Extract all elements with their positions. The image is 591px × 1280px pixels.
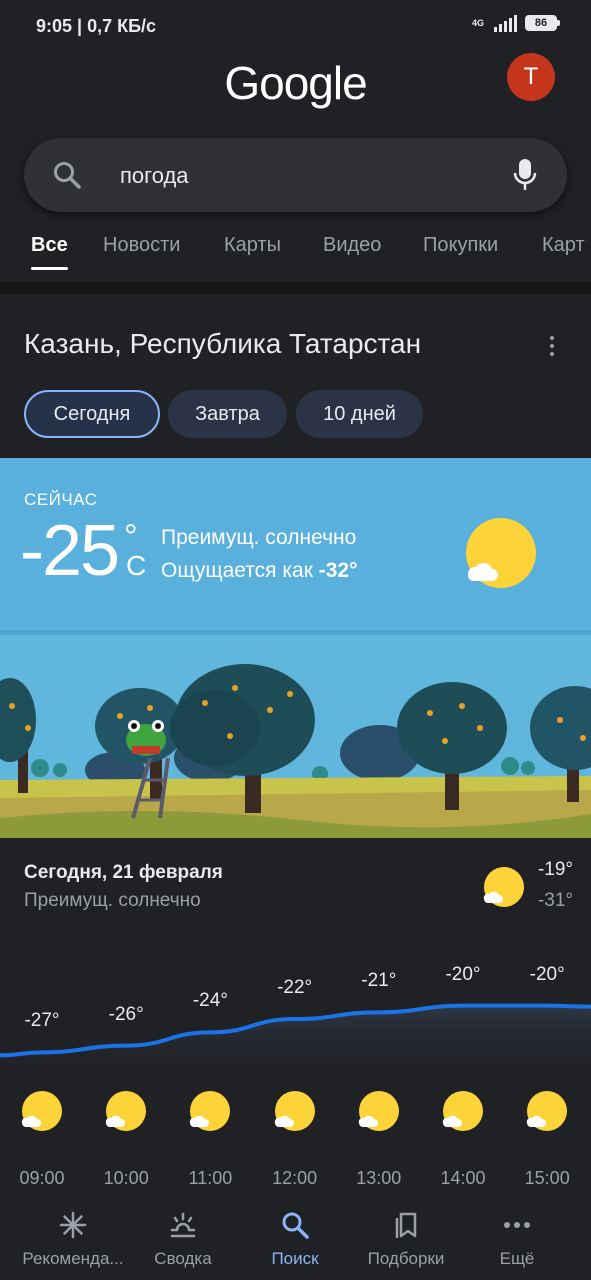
temperature-unit[interactable]: C <box>126 550 146 582</box>
feels-like-value: -32° <box>318 559 358 582</box>
today-low: -31° <box>537 890 573 911</box>
sunny-icon <box>442 1091 483 1131</box>
network-type: 4G <box>471 17 484 28</box>
nav-label: Поиск <box>271 1249 319 1268</box>
avatar[interactable]: T <box>507 53 555 101</box>
search-query[interactable]: погода <box>120 163 189 189</box>
asterisk-icon <box>59 1211 87 1239</box>
feels-like: Ощущается как -32° <box>161 559 357 583</box>
nav-label: Ещё <box>499 1249 535 1268</box>
collections-icon <box>395 1212 417 1238</box>
chip-tomorrow[interactable]: Завтра <box>168 390 287 438</box>
hourly-time-label: 11:00 <box>188 1168 233 1188</box>
now-label: СЕЙЧАС <box>24 490 98 509</box>
sunny-icon <box>190 1091 231 1131</box>
chip-today[interactable]: Сегодня <box>24 390 160 438</box>
nav-label: Рекоменда... <box>22 1249 124 1268</box>
hourly-time-label: 13:00 <box>356 1168 402 1188</box>
today-title: Сегодня, 21 февраля <box>24 862 223 883</box>
hourly-temp-label: -24° <box>192 990 228 1012</box>
weather-location: Казань, Республика Татарстан <box>24 328 422 359</box>
sunny-icon <box>106 1091 147 1131</box>
today-high: -19° <box>537 859 573 880</box>
tab-videos[interactable]: Видео <box>323 234 381 257</box>
feels-like-label: Ощущается как <box>161 559 319 582</box>
hourly-temp-label: -27° <box>24 1010 60 1032</box>
nav-label: Сводка <box>154 1249 212 1268</box>
hourly-temp-label: -20° <box>445 963 481 985</box>
nav-collections[interactable]: Подборки <box>347 1196 465 1280</box>
tab-maps[interactable]: Карты <box>224 234 281 257</box>
hourly-time-label: 12:00 <box>272 1168 318 1188</box>
more-vert-icon[interactable] <box>550 336 556 360</box>
sunny-icon <box>483 867 524 907</box>
search-icon <box>54 162 81 189</box>
hourly-time-label: 14:00 <box>440 1168 486 1188</box>
weather-hero: СЕЙЧАС -25 ° C Преимущ. солнечно Ощущает… <box>0 458 591 838</box>
sunny-icon <box>274 1091 315 1131</box>
hourly-temp-label: -21° <box>361 970 397 992</box>
nav-more[interactable]: Ещё <box>458 1196 576 1280</box>
more-dots-icon <box>504 1222 530 1228</box>
sunrise-icon <box>170 1212 196 1238</box>
bottom-nav: Рекоменда... Сводка Поиск Подборки Ещё <box>0 1196 591 1280</box>
current-condition: Преимущ. солнечно <box>161 526 357 549</box>
sunny-icon <box>21 1091 62 1131</box>
nav-label: Подборки <box>367 1249 445 1268</box>
hourly-time-label: 15:00 <box>524 1168 570 1188</box>
sunny-icon <box>466 518 536 588</box>
tab-all[interactable]: Все <box>31 234 68 270</box>
today-condition: Преимущ. солнечно <box>24 890 201 911</box>
status-bar: 9:05 | 0,7 КБ/с 4G 86 <box>0 0 591 52</box>
divider <box>0 282 591 294</box>
tab-images[interactable]: Карт <box>542 234 585 257</box>
weather-card: Казань, Республика Татарстан Сегодня Зав… <box>0 294 591 1194</box>
google-logo[interactable]: Google <box>0 56 591 110</box>
tab-shopping[interactable]: Покупки <box>423 234 498 257</box>
microphone-icon[interactable] <box>513 158 537 192</box>
hourly-graph: -27° 09:00 -26° 10:00 -24° 11:00 -22° 12:00 -21°… <box>0 944 591 1194</box>
hourly-time-label: 10:00 <box>103 1168 149 1188</box>
chip-10-days[interactable]: 10 дней <box>296 390 423 438</box>
hourly-time-label: 09:00 <box>19 1168 65 1188</box>
sunny-icon <box>358 1091 399 1131</box>
sunny-icon <box>527 1091 568 1131</box>
hourly-temp-label: -20° <box>529 963 565 985</box>
search-tabs: Все Новости Карты Видео Покупки Карт <box>0 230 591 278</box>
nav-discover[interactable]: Рекоменда... <box>14 1196 132 1280</box>
nav-snapshot[interactable]: Сводка <box>124 1196 242 1280</box>
tab-news[interactable]: Новости <box>103 234 180 257</box>
nav-search[interactable]: Поиск <box>236 1196 354 1280</box>
status-time: 9:05 | 0,7 КБ/с <box>36 16 157 36</box>
battery-icon: 86 <box>525 15 560 31</box>
search-bar[interactable]: погода <box>24 138 567 212</box>
current-temperature: -25 <box>20 511 120 591</box>
hourly-temp-label: -26° <box>108 1003 144 1025</box>
signal-icon <box>494 14 517 32</box>
search-icon <box>282 1212 309 1239</box>
hourly-temp-label: -22° <box>277 977 313 998</box>
